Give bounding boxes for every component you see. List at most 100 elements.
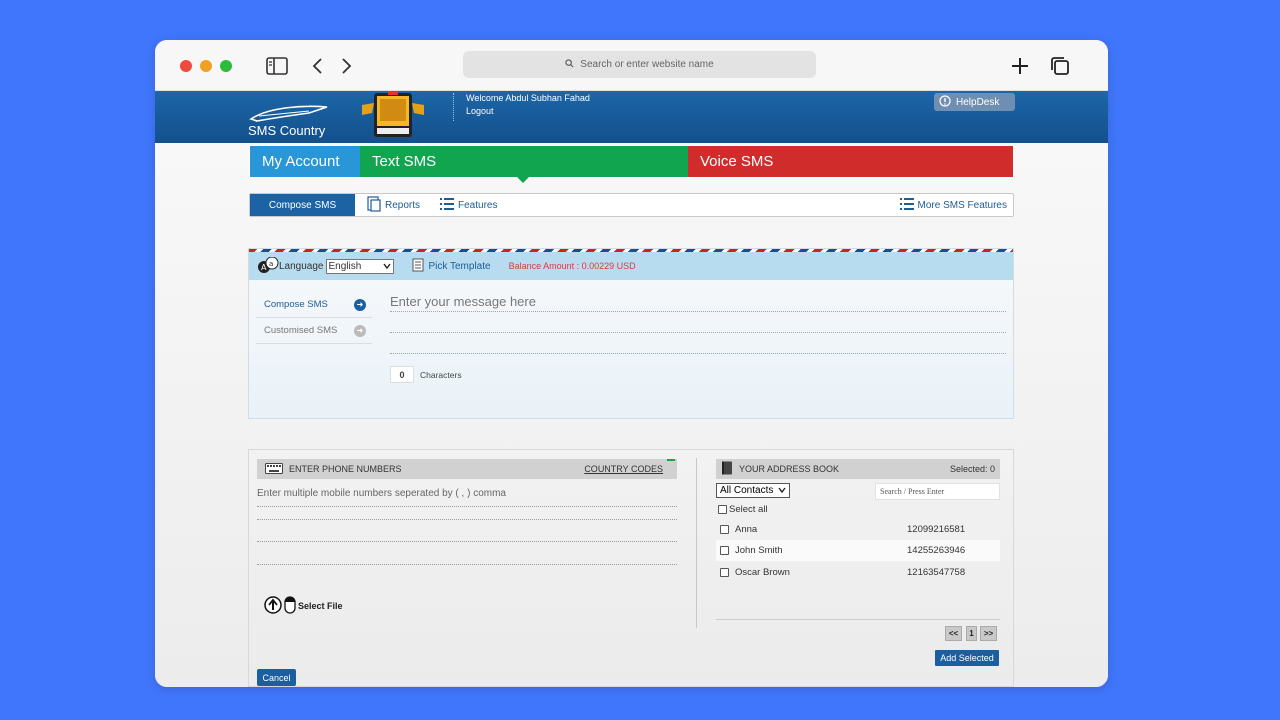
select-file-label: Select File	[298, 601, 343, 611]
address-book-search-input[interactable]: Search / Press Enter	[875, 483, 1000, 500]
sub-nav-more-features[interactable]: More SMS Features	[899, 197, 1007, 213]
back-arrow-icon[interactable]	[305, 54, 329, 78]
checkbox[interactable]	[720, 525, 729, 534]
sub-nav-compose-sms[interactable]: Compose SMS	[250, 194, 355, 216]
upload-icon	[264, 596, 282, 616]
character-counter: 0 Characters	[390, 366, 462, 383]
address-book-title: YOUR ADDRESS BOOK	[739, 464, 840, 474]
contact-number: 12099216581	[907, 524, 966, 535]
sub-navigation: Compose SMS Reports Features More SMS Fe…	[249, 193, 1014, 217]
contact-name: Oscar Brown	[735, 567, 790, 578]
phone-numbers-title: ENTER PHONE NUMBERS	[289, 464, 402, 474]
contacts-filter-select[interactable]: All Contacts	[716, 483, 790, 498]
pager-page-button[interactable]: 1	[966, 626, 977, 641]
sub-nav-features[interactable]: Features	[440, 197, 497, 213]
tab-voice-sms[interactable]: Voice SMS	[688, 146, 1013, 177]
checkbox[interactable]	[718, 505, 727, 514]
phone-line	[257, 506, 677, 507]
site-header: SMS Country Welcome Abdul Subhan Fahad L…	[155, 91, 1108, 143]
select-file-button[interactable]: Select File	[264, 596, 343, 616]
contact-number: 12163547758	[907, 567, 966, 578]
tab-my-account[interactable]: My Account	[250, 146, 360, 177]
sub-nav-reports[interactable]: Reports	[367, 195, 421, 215]
tab-text-sms-label: Text SMS	[372, 153, 437, 170]
address-book-header: YOUR ADDRESS BOOK Selected: 0	[716, 459, 1000, 479]
contact-row[interactable]: Anna 12099216581	[716, 519, 1000, 540]
keyboard-icon	[265, 462, 283, 476]
message-line	[390, 332, 1006, 333]
address-book-icon	[721, 461, 733, 477]
contact-row[interactable]: Oscar Brown 12163547758	[716, 562, 1000, 583]
address-bar[interactable]: Search or enter website name	[463, 51, 816, 78]
pager-next-button[interactable]: >>	[980, 626, 997, 641]
browser-toolbar: Search or enter website name	[155, 40, 1108, 91]
phone-line	[257, 519, 677, 520]
message-input[interactable]: Enter your message here	[390, 294, 536, 309]
reports-icon	[367, 195, 381, 215]
award-badge-icon	[360, 91, 424, 139]
compose-panel: Aa Language English Pick Template Balanc…	[248, 248, 1014, 419]
welcome-text: Welcome Abdul Subhan Fahad	[466, 93, 590, 103]
chevron-down-icon	[778, 485, 786, 496]
side-item-label: Compose SMS	[264, 299, 328, 310]
cancel-button[interactable]: Cancel	[257, 669, 296, 686]
side-item-customised-sms[interactable]: Customised SMS ➜	[256, 318, 372, 344]
message-line	[390, 311, 1006, 312]
contact-name: John Smith	[735, 545, 783, 556]
contact-number: 14255263946	[907, 545, 966, 556]
sidebar-toggle-icon[interactable]	[265, 54, 289, 78]
language-label: Language	[279, 260, 324, 272]
character-count-value: 0	[390, 366, 414, 383]
pager-prev-button[interactable]: <<	[945, 626, 962, 641]
select-all-label: Select all	[729, 504, 768, 515]
select-all-checkbox[interactable]: Select all	[718, 504, 768, 515]
language-icon: Aa	[257, 256, 279, 276]
maximize-window-button[interactable]	[220, 60, 232, 72]
info-icon	[939, 94, 951, 110]
template-icon	[412, 258, 424, 275]
arrow-right-icon: ➜	[354, 324, 366, 337]
phone-numbers-header: ENTER PHONE NUMBERS COUNTRY CODES	[257, 459, 677, 479]
character-count-label: Characters	[420, 369, 462, 380]
active-tab-caret	[517, 177, 529, 183]
new-tab-icon[interactable]	[1008, 54, 1032, 78]
forward-arrow-icon[interactable]	[335, 54, 359, 78]
helpdesk-label: HelpDesk	[956, 96, 1000, 108]
contacts-filter-value: All Contacts	[720, 485, 774, 496]
browser-window: Search or enter website name SMS Country	[155, 40, 1108, 687]
logout-link[interactable]: Logout	[466, 105, 590, 118]
recipients-panel: ENTER PHONE NUMBERS COUNTRY CODES Enter …	[248, 449, 1014, 687]
welcome-block: Welcome Abdul Subhan Fahad Logout	[466, 92, 590, 118]
contact-row[interactable]: John Smith 14255263946	[716, 540, 1000, 561]
svg-text:a: a	[269, 260, 273, 268]
page-content: My Account Text SMS Voice SMS Compose SM…	[155, 143, 1108, 687]
country-codes-link[interactable]: COUNTRY CODES	[584, 464, 663, 474]
add-selected-button[interactable]: Add Selected	[935, 650, 999, 666]
compose-side-menu: Compose SMS ➜ Customised SMS ➜	[256, 292, 372, 344]
side-item-compose-sms[interactable]: Compose SMS ➜	[256, 292, 372, 318]
header-divider	[453, 93, 454, 121]
tab-text-sms[interactable]: Text SMS	[360, 146, 688, 183]
close-window-button[interactable]	[180, 60, 192, 72]
helpdesk-button[interactable]: HelpDesk	[934, 93, 1015, 111]
phone-line	[257, 564, 677, 565]
list-icon	[899, 197, 914, 213]
checkbox[interactable]	[720, 568, 729, 577]
address-book-divider	[716, 619, 1000, 620]
language-select-value: English	[328, 260, 362, 272]
phone-line	[257, 541, 677, 542]
list-icon	[440, 197, 455, 213]
phone-numbers-input[interactable]: Enter multiple mobile numbers seperated …	[257, 488, 506, 499]
language-select[interactable]: English	[325, 258, 394, 274]
reports-label: Reports	[385, 199, 421, 211]
logo-text[interactable]: SMS Country	[248, 123, 325, 138]
panel-divider	[696, 458, 697, 628]
pick-template-link[interactable]: Pick Template	[412, 258, 491, 275]
chevron-down-icon	[382, 261, 391, 272]
language-bar: Aa Language English Pick Template Balanc…	[249, 252, 1013, 280]
address-bar-placeholder: Search or enter website name	[580, 59, 714, 70]
tab-overview-icon[interactable]	[1048, 54, 1072, 78]
minimize-window-button[interactable]	[200, 60, 212, 72]
pick-template-label: Pick Template	[428, 260, 491, 272]
checkbox[interactable]	[720, 546, 729, 555]
